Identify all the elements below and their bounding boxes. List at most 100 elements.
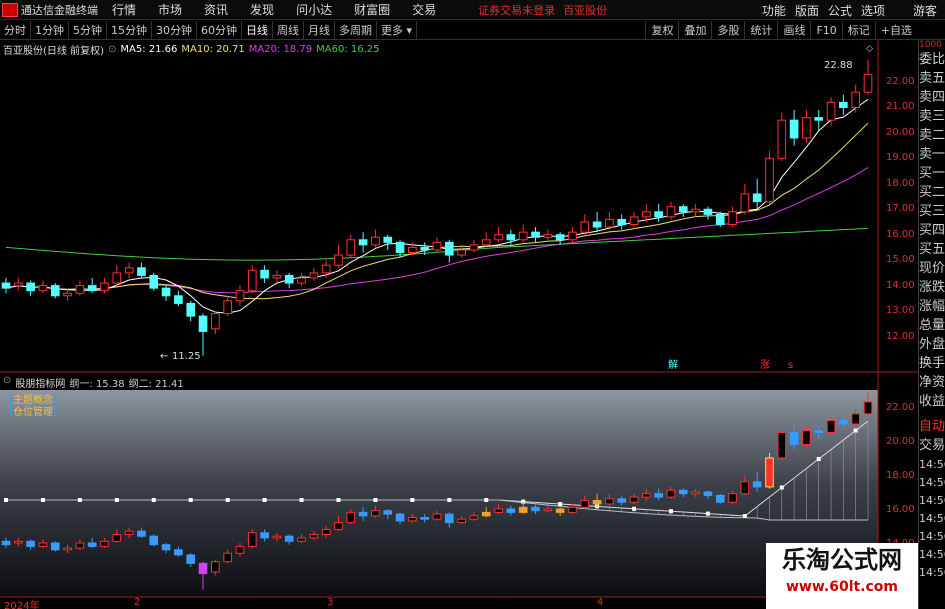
- sub-candle-body: [358, 511, 368, 517]
- support-marker: [816, 457, 821, 461]
- main-panel-header: 百亚股份(日线 前复权) ⊙ MA5: 21.66 MA10: 20.71 MA…: [3, 42, 384, 57]
- sub-panel-header: ⊙ 股朋指标网 纲一: 15.38 纲二: 21.41: [3, 375, 188, 390]
- sub-candle-body: [371, 510, 380, 517]
- sub-candle-body: [211, 561, 220, 573]
- main-axis-20: 20.00: [886, 127, 915, 138]
- sub-candle-body: [321, 528, 331, 536]
- sub-candle-body: [765, 457, 774, 488]
- sub-candle-body: [728, 493, 737, 503]
- main-candles: [1, 59, 873, 356]
- candle-body: [174, 295, 183, 304]
- support-marker: [262, 498, 267, 502]
- side-sell5[interactable]: 卖五: [919, 69, 945, 88]
- candle-body: [555, 234, 565, 241]
- panel-control-icon[interactable]: ◇: [866, 44, 873, 54]
- sub-candle-body: [752, 481, 762, 488]
- sub-candle-body: [198, 562, 208, 575]
- candle-body: [642, 211, 651, 218]
- sub-candle-body: [1, 540, 11, 546]
- sub-candle-body: [494, 508, 503, 513]
- support-marker: [632, 506, 637, 511]
- sub-candle-body: [137, 530, 146, 537]
- support-marker: [151, 498, 156, 502]
- tick-time-2: 14:56: [919, 476, 945, 489]
- candle-body: [321, 264, 331, 274]
- support-marker: [853, 428, 858, 433]
- sub-candle-body: [703, 491, 713, 496]
- main-axis-22: 22.00: [886, 76, 915, 87]
- side-wei-bi: 委比: [919, 52, 945, 67]
- candle-body: [38, 285, 48, 292]
- candle-body: [50, 285, 60, 297]
- sub-candle-body: [518, 506, 528, 513]
- side-price: 现价: [919, 261, 945, 276]
- main-axis-18: 18.00: [886, 178, 915, 189]
- candle-body: [112, 272, 122, 284]
- side-sell4[interactable]: 卖四: [919, 88, 945, 107]
- order-book-header: 1000: [919, 40, 942, 50]
- candle-body: [297, 277, 306, 284]
- candle-body: [703, 208, 713, 215]
- candle-body: [395, 241, 405, 254]
- candle-body: [506, 234, 516, 241]
- sub-candle-body: [75, 542, 85, 549]
- candle-body: [149, 274, 159, 289]
- sub-candle-body: [543, 508, 553, 512]
- sub-candle-body: [13, 540, 23, 544]
- support-marker: [188, 498, 193, 502]
- ma10-line: [5, 122, 869, 300]
- candle-body: [629, 216, 639, 226]
- side-trade[interactable]: 交易: [919, 436, 945, 455]
- main-axis-16: 16.00: [886, 229, 915, 240]
- candle-body: [752, 193, 762, 203]
- sub-candle-body: [457, 518, 466, 524]
- side-sell3[interactable]: 卖三: [919, 107, 945, 126]
- candle-body: [444, 241, 454, 256]
- side-buy3[interactable]: 买三: [919, 202, 945, 221]
- tag-position-label: 仓位管理: [13, 407, 53, 418]
- tick-time-1: 14:56: [919, 458, 945, 471]
- side-buy1[interactable]: 买一: [919, 164, 945, 183]
- sub-candle-body: [481, 511, 491, 517]
- sub-candle-body: [568, 506, 577, 513]
- side-turnover: 换手: [919, 356, 945, 371]
- side-buy2[interactable]: 买二: [919, 183, 945, 202]
- kline-chart[interactable]: 22.88 11.25 ← 解 涨 s ◇: [0, 0, 918, 609]
- sub-candle-body: [334, 522, 343, 530]
- sub-candle-body: [666, 489, 676, 498]
- time-tick-mar: 3: [327, 597, 334, 608]
- side-net-asset: 净资: [919, 375, 945, 390]
- support-marker: [336, 498, 341, 502]
- side-buy5[interactable]: 买五: [919, 240, 945, 259]
- side-outer: 外盘: [919, 337, 945, 352]
- candle-body: [124, 267, 134, 274]
- sub-collapse-icon[interactable]: ⊙: [3, 375, 11, 390]
- side-sell1[interactable]: 卖一: [919, 145, 945, 164]
- sub-candle-body: [531, 506, 540, 512]
- sub-candle-body: [309, 534, 319, 539]
- side-sell2[interactable]: 卖二: [919, 126, 945, 145]
- candle-body: [740, 193, 750, 213]
- signal-zhang: 涨: [760, 359, 770, 371]
- candle-body: [605, 218, 614, 228]
- indicator-name[interactable]: 股朋指标网: [15, 375, 65, 390]
- side-auto[interactable]: 自动: [919, 417, 945, 436]
- candle-body: [851, 91, 861, 108]
- ma20-value: MA20: 18.79: [248, 43, 313, 55]
- candle-body: [666, 206, 676, 218]
- sub-candle-body: [863, 401, 873, 415]
- candle-body: [765, 157, 774, 203]
- collapse-icon[interactable]: ⊙: [108, 44, 116, 55]
- tag-position: 【仓位管理】: [3, 407, 63, 418]
- candle-body: [63, 292, 72, 297]
- support-marker: [114, 498, 119, 502]
- sub-candle-body: [63, 547, 72, 551]
- support-marker: [668, 509, 673, 514]
- support-marker: [484, 498, 489, 502]
- sub-candle-body: [444, 513, 454, 524]
- candle-body: [481, 239, 491, 246]
- side-buy4[interactable]: 买四: [919, 221, 945, 240]
- main-axis-12: 12.00: [886, 331, 915, 342]
- side-earnings: 收益: [919, 394, 945, 409]
- candle-body: [309, 272, 319, 279]
